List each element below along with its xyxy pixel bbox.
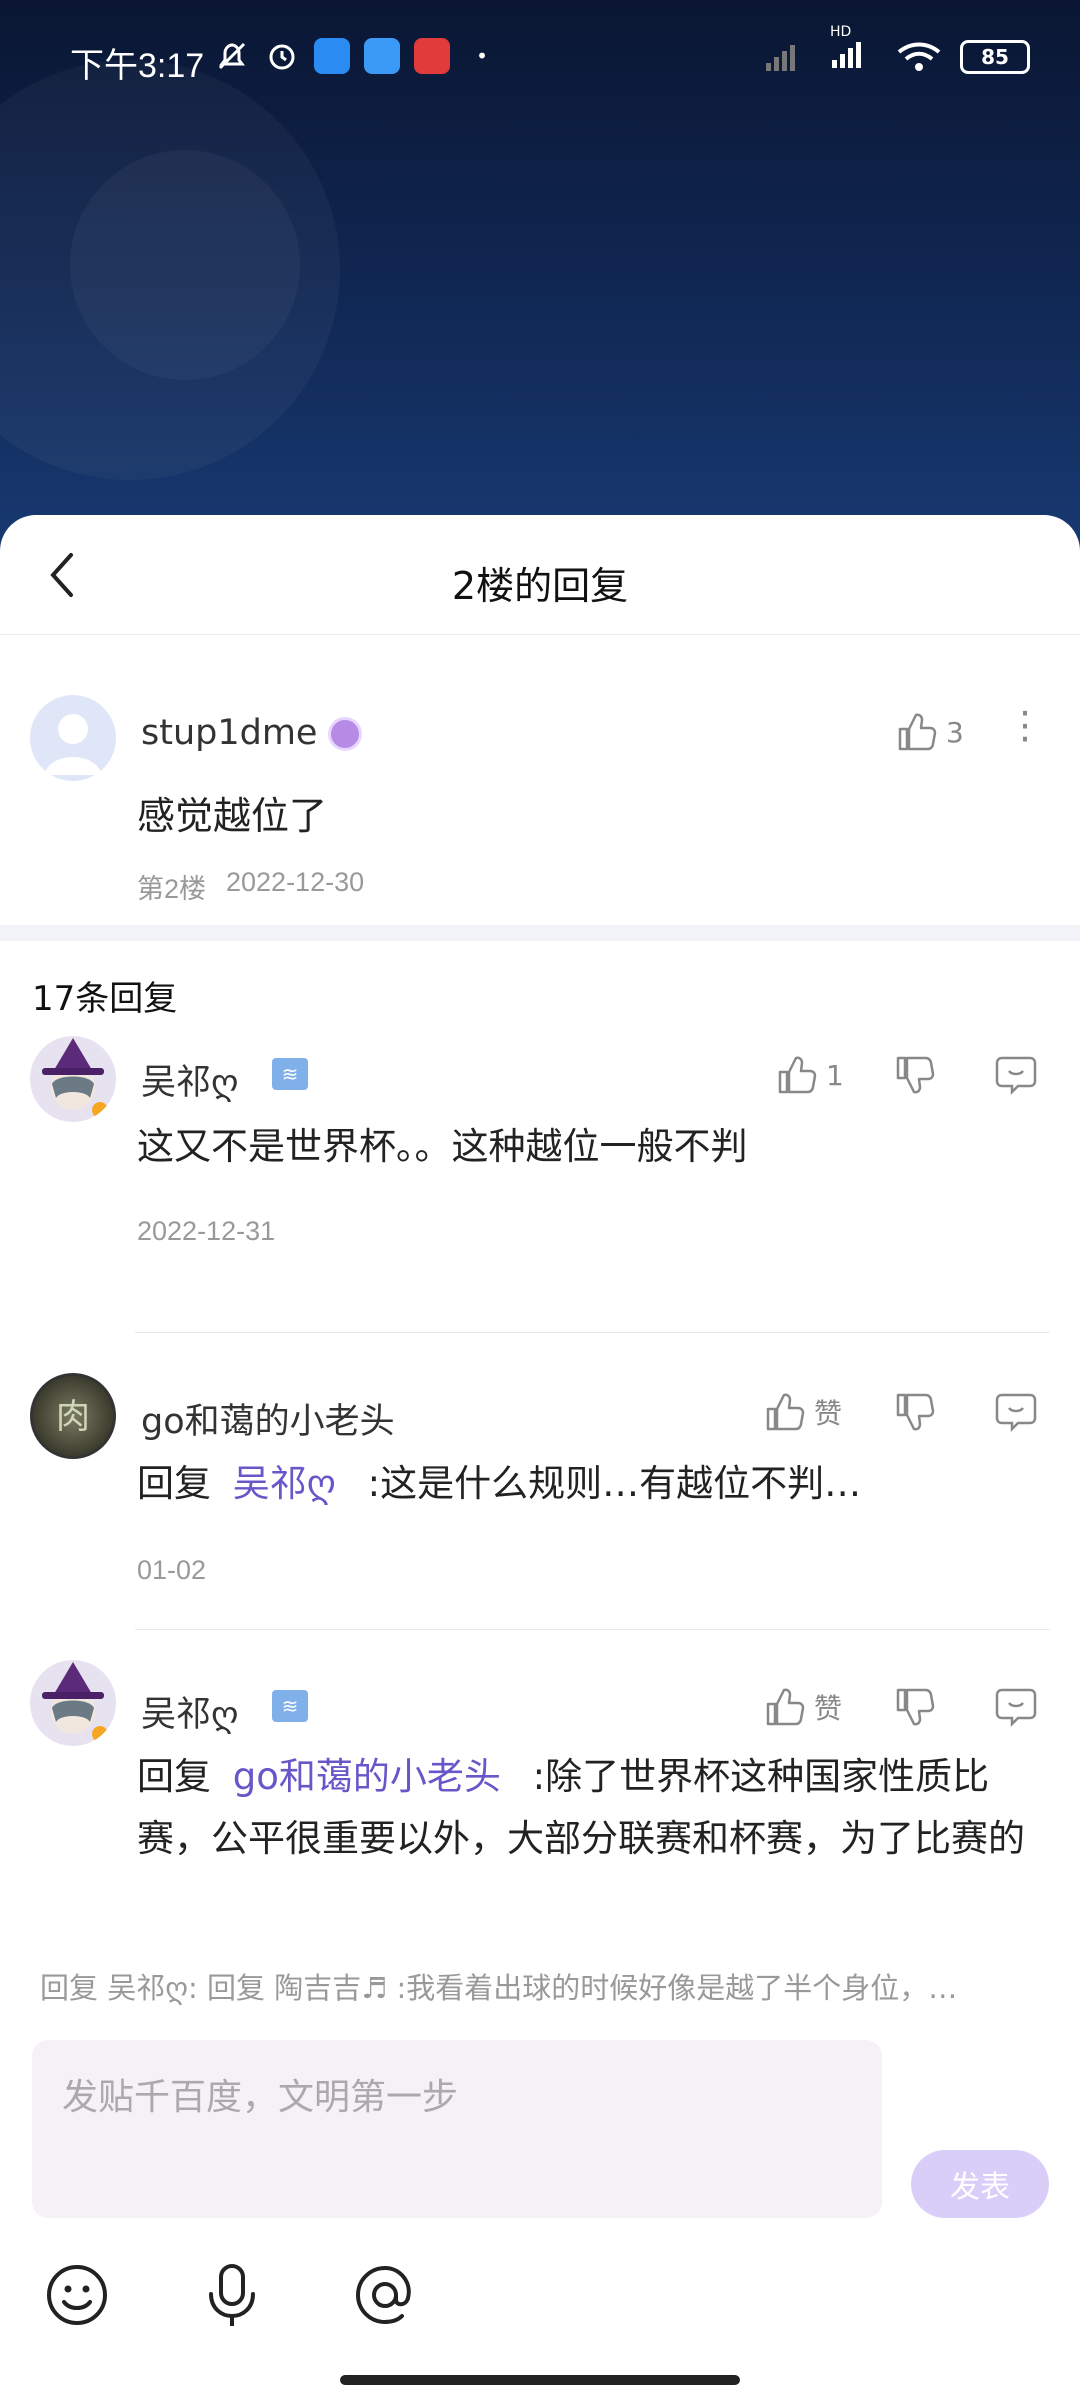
sheet-title: 2楼的回复 <box>451 564 629 608</box>
like-button[interactable]: 3 <box>896 711 964 753</box>
reply-prefix: 回复 <box>137 1755 211 1798</box>
default-user-icon <box>44 714 102 775</box>
reply-date: 2022-12-31 <box>137 1216 276 1246</box>
alarm-icon <box>264 38 300 74</box>
reply-prefix: 回复 <box>137 1462 211 1505</box>
username[interactable]: 吴祁ღ <box>141 1686 239 1737</box>
comment-input-box[interactable] <box>32 2040 882 2218</box>
thumbs-up-icon <box>766 1393 805 1431</box>
thumbs-down-icon[interactable] <box>894 1686 936 1728</box>
like-count: 3 <box>946 715 964 749</box>
mention-link[interactable]: 吴祁ღ <box>233 1462 336 1505</box>
home-indicator[interactable] <box>340 2375 740 2385</box>
svg-text:肉: 肉 <box>56 1397 90 1437</box>
thumbs-down-icon[interactable] <box>894 1054 936 1096</box>
like-button[interactable]: 赞 <box>764 1391 842 1433</box>
thumbs-down-icon[interactable] <box>894 1391 936 1433</box>
more-notifications-dot-icon: • <box>476 44 488 68</box>
network-label: HD <box>830 24 852 40</box>
reply-item[interactable]: 吴祁ღ ≋ 1 这又不是世界杯。。这种越位一般不判 2022-12-31 <box>0 1036 1080 1333</box>
username[interactable]: go和蔼的小老头 <box>141 1393 395 1444</box>
reply-item[interactable]: 肉 go和蔼的小老头 赞 回复 吴祁ღ :这是什么规则…有越位不判… 01-02 <box>0 1333 1080 1630</box>
reply-text: 回复 go和蔼的小老头 :除了世界杯这种国家性质比赛，公平很重要以外，大部分联赛… <box>137 1746 1057 1870</box>
microphone-icon[interactable] <box>197 2260 267 2330</box>
mention-at-icon[interactable] <box>350 2260 420 2330</box>
thumbs-up-icon <box>766 1688 805 1726</box>
reply-count-header: 17条回复 <box>0 941 1080 1036</box>
username[interactable]: 吴祁ღ <box>141 1054 239 1105</box>
level-badge-icon <box>328 717 362 751</box>
comment-icon[interactable] <box>994 1391 1038 1433</box>
post-text: 感觉越位了 <box>137 794 328 838</box>
status-notification-icons: • <box>214 38 500 74</box>
main-post: stup1dme 3 ⋮ 感觉越位了 第2楼 2022-12-30 <box>0 635 1080 925</box>
reply-target-hint[interactable]: 回复 吴祁ღ: 回复 陶吉吉♬ :我看着出球的时候好像是越了半个身位，… <box>40 1965 1040 2007</box>
reply-text: 回复 吴祁ღ :这是什么规则…有越位不判… <box>137 1453 1047 1515</box>
like-count: 1 <box>826 1058 844 1092</box>
mention-link[interactable]: go和蔼的小老头 <box>233 1755 501 1798</box>
send-button[interactable]: 发表 <box>911 2150 1049 2218</box>
emoji-icon[interactable] <box>42 2260 112 2330</box>
reply-body: :这是什么规则…有越位不判… <box>367 1462 862 1505</box>
zodiac-badge-icon: ≋ <box>272 1058 308 1090</box>
battery-level: 85 <box>981 45 1009 69</box>
cloud-app-icon <box>364 38 400 74</box>
like-count: 赞 <box>814 1397 843 1430</box>
signal-icon <box>766 45 795 71</box>
status-time: 下午3:17 <box>70 47 205 85</box>
avatar[interactable] <box>30 1660 116 1746</box>
status-bar: 下午3:17 • HD 85 <box>0 0 1080 120</box>
like-count: 赞 <box>814 1692 843 1725</box>
reply-date: 01-02 <box>137 1555 207 1585</box>
thumbs-up-icon <box>778 1056 817 1094</box>
section-divider <box>0 925 1080 941</box>
floor-label: 第2楼 <box>137 874 207 904</box>
more-options-icon[interactable]: ⋮ <box>1006 706 1044 744</box>
sheet-header: 2楼的回复 <box>0 515 1080 635</box>
composer-bar: 回复 吴祁ღ: 回复 陶吉吉♬ :我看着出球的时候好像是越了半个身位，… 发表 <box>0 1935 1080 2400</box>
reply-item[interactable]: 吴祁ღ ≋ 赞 回复 go和蔼的小老头 :除了世界杯这种国家性质比赛，公平很重要… <box>0 1630 1080 1890</box>
username[interactable]: stup1dme <box>141 713 317 753</box>
reply-body: 这又不是世界杯。。这种越位一般不判 <box>137 1125 748 1168</box>
battery-icon: 85 <box>960 40 1030 74</box>
like-button[interactable]: 1 <box>776 1054 844 1096</box>
hd-signal-icon: HD <box>830 24 878 76</box>
post-date: 2022-12-30 <box>226 867 365 897</box>
news-app-icon <box>414 38 450 74</box>
reply-text: 这又不是世界杯。。这种越位一般不判 <box>137 1116 1047 1178</box>
comment-icon[interactable] <box>994 1054 1038 1096</box>
mute-icon <box>214 38 250 74</box>
app-notification-icon <box>314 38 350 74</box>
wifi-icon <box>897 42 941 71</box>
zodiac-badge-icon: ≋ <box>272 1690 308 1722</box>
thumbs-up-icon <box>898 713 937 751</box>
avatar[interactable] <box>30 1036 116 1122</box>
status-system-icons: HD 85 <box>764 24 1030 76</box>
comment-icon[interactable] <box>994 1686 1038 1728</box>
avatar[interactable] <box>30 695 116 781</box>
avatar[interactable]: 肉 <box>30 1373 116 1459</box>
comment-input[interactable] <box>32 2040 882 2218</box>
reply-count: 17条回复 <box>32 979 178 1019</box>
like-button[interactable]: 赞 <box>764 1686 842 1728</box>
